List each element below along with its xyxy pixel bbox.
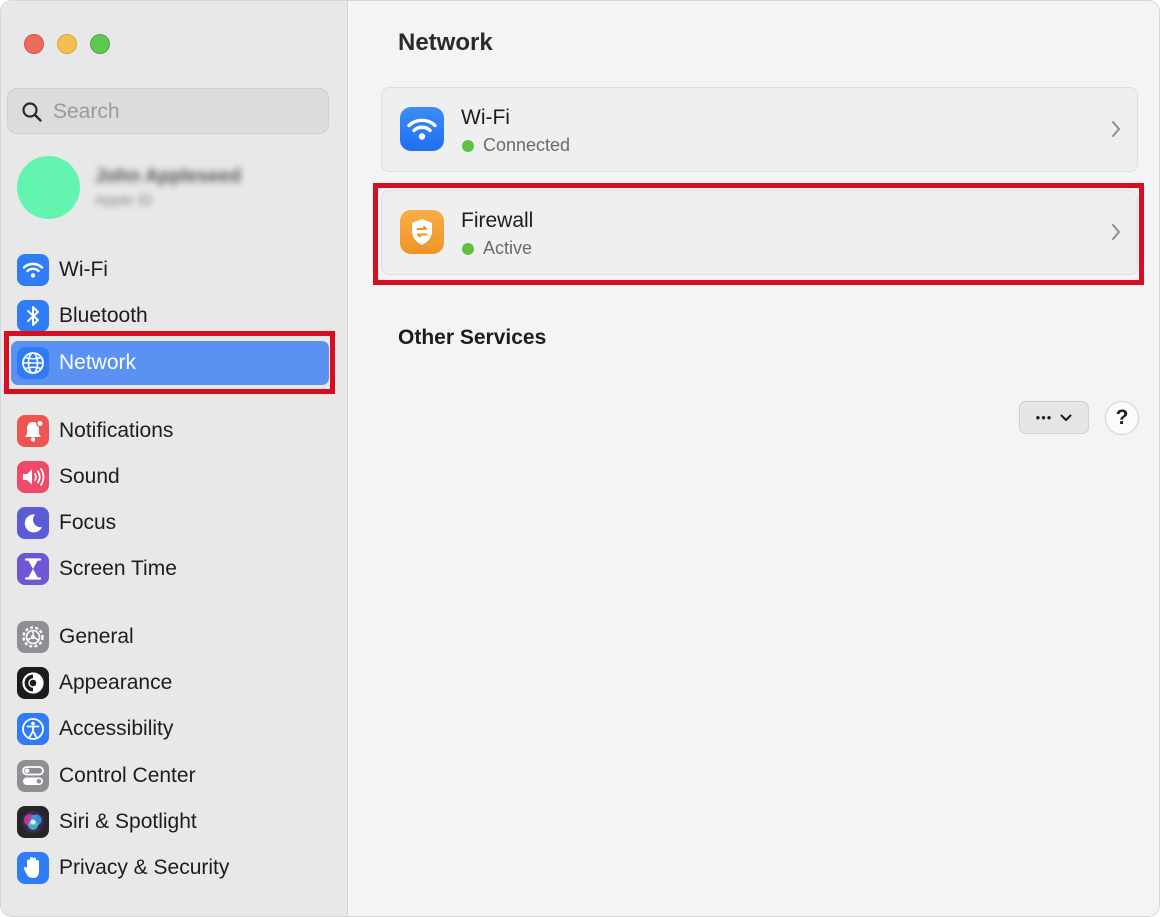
sidebar-item-label: Focus [59,511,117,534]
status-text: Active [483,238,533,258]
sidebar-item-privacy-security[interactable]: Privacy & Security [11,846,329,890]
status-dot [462,139,474,152]
help-button[interactable]: ? [1105,401,1139,435]
sidebar-item-label: Wi-Fi [59,258,108,281]
sidebar-item-focus[interactable]: Focus [11,501,329,545]
status-text: Connected [483,135,571,155]
minimize-button[interactable] [57,34,77,54]
status-dot [462,242,474,255]
sidebar-item-label: Control Center [59,764,196,787]
siri-icon [17,806,49,838]
apple-id-account[interactable]: John Appleseed Apple ID [17,156,317,220]
settings-window: John Appleseed Apple ID Wi-Fi Bluetooth [0,0,1160,917]
search-input[interactable] [51,97,315,127]
zoom-button[interactable] [90,34,110,54]
sidebar-item-label: Accessibility [59,717,174,740]
service-name: Firewall [461,209,534,232]
close-button[interactable] [24,34,44,54]
account-subtitle: Apple ID [95,192,153,209]
sidebar-item-siri-spotlight[interactable]: Siri & Spotlight [11,800,329,844]
bluetooth-icon [17,300,49,332]
sidebar-item-accessibility[interactable]: Accessibility [11,707,329,751]
wifi-icon [17,254,49,286]
sidebar-item-wifi[interactable]: Wi-Fi [11,248,329,292]
sidebar-item-label: Network [59,351,137,374]
page-title: Network [398,29,493,56]
sidebar-item-label: Screen Time [59,557,177,580]
chevron-right-icon [1112,224,1120,240]
appearance-icon [17,667,49,699]
wifi-icon [400,107,444,151]
speaker-icon [17,461,49,493]
service-status: Active [462,238,532,259]
service-name: Wi-Fi [461,106,510,129]
gear-icon [17,621,49,653]
service-status: Connected [462,135,570,156]
search-field[interactable] [7,88,329,134]
window-controls [24,34,110,54]
sidebar-item-label: Siri & Spotlight [59,810,197,833]
sidebar: John Appleseed Apple ID Wi-Fi Bluetooth [1,1,348,916]
sidebar-item-network[interactable]: Network [11,341,329,385]
toggles-icon [17,760,49,792]
sidebar-item-bluetooth[interactable]: Bluetooth [11,294,329,338]
chevron-right-icon [1112,121,1120,137]
service-row-firewall[interactable]: Firewall Active [381,190,1138,275]
service-row-wifi[interactable]: Wi-Fi Connected [381,87,1138,172]
bell-icon [17,415,49,447]
sidebar-item-sound[interactable]: Sound [11,455,329,499]
sidebar-item-appearance[interactable]: Appearance [11,661,329,705]
sidebar-item-label: Appearance [59,671,173,694]
hourglass-icon [17,553,49,585]
more-actions-button[interactable]: ••• [1019,401,1089,434]
avatar [17,156,80,219]
sidebar-item-screen-time[interactable]: Screen Time [11,547,329,591]
main-pane: Network Wi-Fi Connected Firewall Active … [348,1,1159,916]
sidebar-item-label: Bluetooth [59,304,148,327]
account-name: John Appleseed [95,166,242,187]
other-services-heading: Other Services [398,326,547,349]
sidebar-item-label: Privacy & Security [59,856,230,879]
globe-icon [17,347,49,379]
sidebar-item-label: Notifications [59,419,174,442]
search-icon [22,102,42,122]
accessibility-icon [17,713,49,745]
sidebar-item-control-center[interactable]: Control Center [11,754,329,798]
chevron-down-icon [1060,414,1072,421]
moon-icon [17,507,49,539]
sidebar-item-general[interactable]: General [11,615,329,659]
firewall-shield-icon [400,210,444,254]
sidebar-item-label: General [59,625,134,648]
ellipsis-icon: ••• [1035,410,1053,425]
hand-icon [17,852,49,884]
sidebar-item-notifications[interactable]: Notifications [11,409,329,453]
sidebar-item-label: Sound [59,465,120,488]
